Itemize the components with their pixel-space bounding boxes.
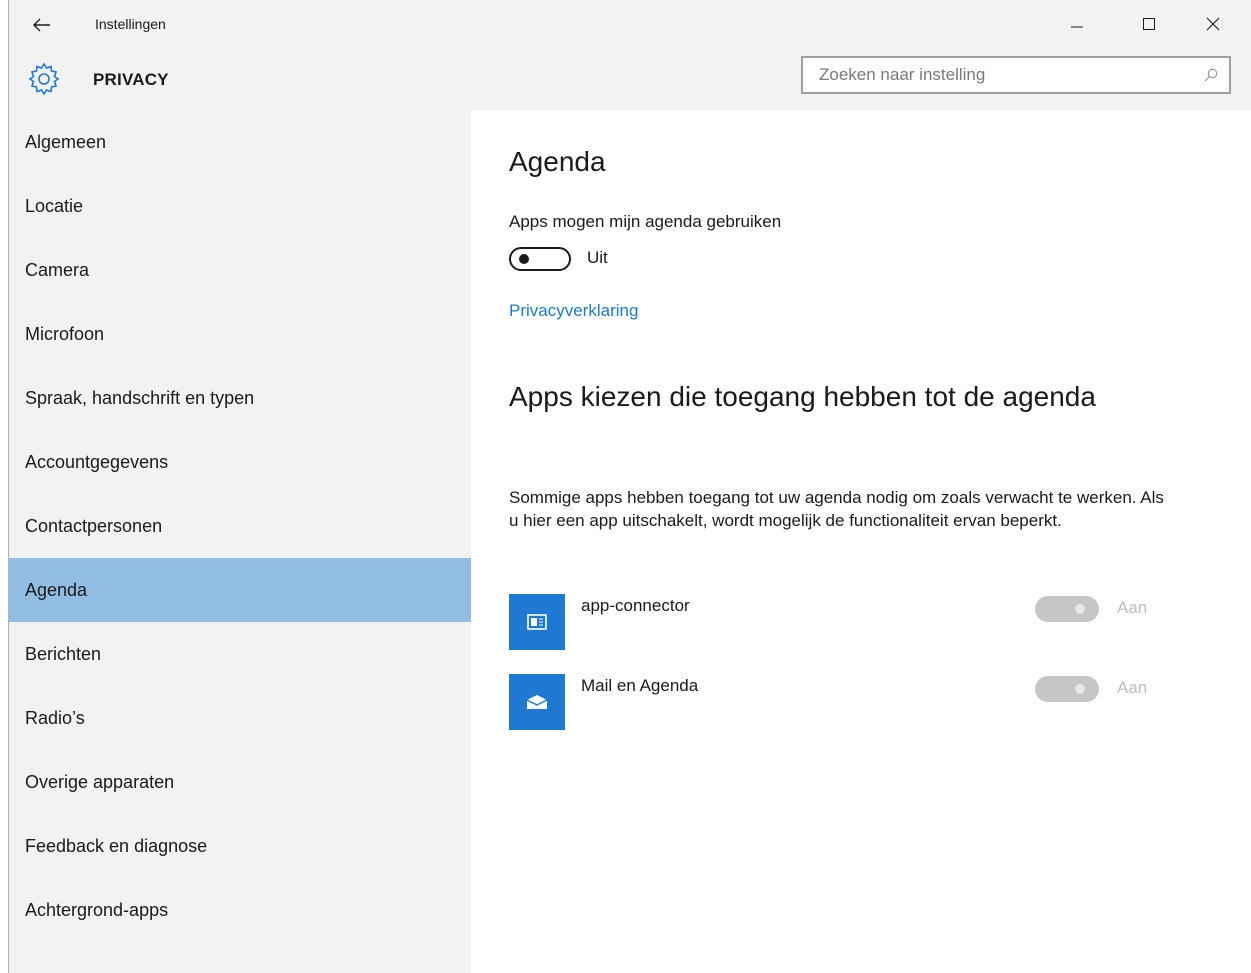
sidebar-item-label: Achtergrond-apps bbox=[25, 899, 169, 920]
settings-window: Instellingen PRIVACY Zoeken naar instell… bbox=[8, 0, 1251, 973]
apps-heading: Apps kiezen die toegang hebben tot de ag… bbox=[509, 381, 1096, 412]
section-heading: Agenda bbox=[509, 146, 606, 177]
sidebar-item-label: Radio’s bbox=[25, 707, 85, 728]
sidebar-item-camera[interactable]: Camera bbox=[9, 238, 471, 302]
sidebar-item-label: Accountgegevens bbox=[25, 451, 169, 472]
toggle-state-text: Uit bbox=[587, 248, 608, 267]
search-input[interactable] bbox=[803, 57, 1193, 93]
page-header: PRIVACY bbox=[9, 50, 1251, 110]
toggle-knob bbox=[1075, 684, 1085, 694]
sidebar-item-microfoon[interactable]: Microfoon bbox=[9, 302, 471, 366]
privacy-statement-link[interactable]: Privacyverklaring bbox=[509, 301, 638, 321]
window-title: Instellingen bbox=[95, 16, 166, 32]
title-bar: Instellingen bbox=[9, 0, 1251, 50]
main-content: Agenda Apps mogen mijn agenda gebruiken … bbox=[471, 110, 1251, 973]
search-icon bbox=[1204, 68, 1218, 82]
apps-description: Sommige apps hebben toegang tot uw agend… bbox=[509, 488, 1164, 530]
app-name: app-connector bbox=[581, 596, 690, 615]
sidebar-item-label: Feedback en diagnose bbox=[25, 835, 208, 856]
minimize-icon bbox=[1071, 26, 1083, 28]
agenda-access-toggle[interactable] bbox=[509, 247, 571, 271]
sidebar-item-label: Contactpersonen bbox=[25, 515, 163, 536]
sidebar-item-label: Berichten bbox=[25, 643, 102, 664]
app-connector-icon bbox=[509, 594, 565, 650]
close-button[interactable] bbox=[1190, 8, 1236, 40]
toggle-knob bbox=[1075, 604, 1085, 614]
sidebar-item-radios[interactable]: Radio’s bbox=[9, 686, 471, 750]
search-button[interactable] bbox=[1193, 58, 1229, 92]
sidebar-item-agenda[interactable]: Agenda bbox=[9, 558, 471, 622]
search-box[interactable] bbox=[801, 56, 1231, 94]
sidebar-item-label: Locatie bbox=[25, 195, 84, 216]
toggle-knob bbox=[519, 254, 529, 264]
back-button[interactable] bbox=[27, 12, 57, 38]
sidebar-item-berichten[interactable]: Berichten bbox=[9, 622, 471, 686]
sidebar-item-label: Overige apparaten bbox=[25, 771, 175, 792]
sidebar-item-contactpersonen[interactable]: Contactpersonen bbox=[9, 494, 471, 558]
sidebar: Algemeen Locatie Camera Microfoon Spraak… bbox=[9, 110, 471, 973]
mail-icon bbox=[509, 674, 565, 730]
sidebar-item-spraak[interactable]: Spraak, handschrift en typen bbox=[9, 366, 471, 430]
sidebar-item-achtergrond-apps[interactable]: Achtergrond-apps bbox=[9, 878, 471, 942]
sidebar-item-feedback[interactable]: Feedback en diagnose bbox=[9, 814, 471, 878]
close-icon bbox=[1206, 17, 1220, 31]
sidebar-item-label: Algemeen bbox=[25, 131, 107, 152]
app-row-mail-en-agenda: Mail en Agenda Aan bbox=[509, 674, 1159, 730]
gear-icon bbox=[28, 62, 60, 96]
sidebar-item-label: Agenda bbox=[25, 579, 88, 600]
toggle-state-text: Aan bbox=[1117, 678, 1148, 697]
sidebar-item-overige-apparaten[interactable]: Overige apparaten bbox=[9, 750, 471, 814]
mail-en-agenda-toggle[interactable] bbox=[1035, 676, 1099, 702]
sidebar-item-algemeen[interactable]: Algemeen bbox=[9, 110, 471, 174]
minimize-button[interactable] bbox=[1054, 8, 1100, 40]
app-name: Mail en Agenda bbox=[581, 676, 699, 695]
permission-label: Apps mogen mijn agenda gebruiken bbox=[509, 212, 782, 231]
sidebar-item-label: Spraak, handschrift en typen bbox=[25, 387, 255, 408]
sidebar-item-locatie[interactable]: Locatie bbox=[9, 174, 471, 238]
sidebar-item-accountgegevens[interactable]: Accountgegevens bbox=[9, 430, 471, 494]
maximize-button[interactable] bbox=[1126, 8, 1172, 40]
sidebar-item-label: Microfoon bbox=[25, 323, 105, 344]
sidebar-item-label: Camera bbox=[25, 259, 90, 280]
app-row-app-connector: app-connector Aan bbox=[509, 594, 1159, 650]
maximize-icon bbox=[1143, 18, 1155, 30]
toggle-state-text: Aan bbox=[1117, 598, 1148, 617]
arrow-left-icon bbox=[33, 18, 50, 32]
page-title: PRIVACY bbox=[93, 70, 169, 89]
app-connector-toggle[interactable] bbox=[1035, 596, 1099, 622]
